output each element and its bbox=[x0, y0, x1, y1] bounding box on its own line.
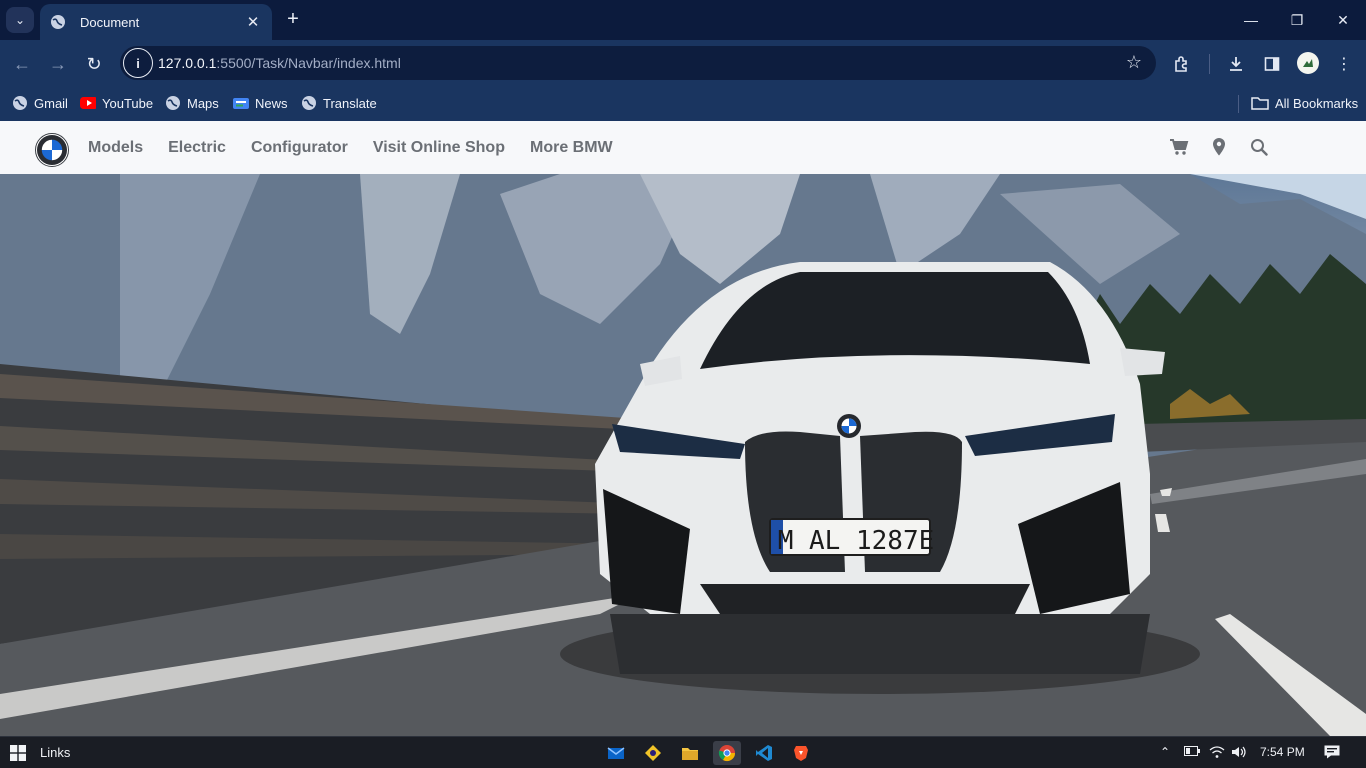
url-host: 127.0.0.1 bbox=[158, 55, 217, 71]
url-text[interactable]: 127.0.0.1:5500/Task/Navbar/index.html bbox=[158, 55, 401, 71]
globe-icon bbox=[12, 95, 28, 111]
battery-icon[interactable] bbox=[1184, 745, 1200, 759]
globe-icon bbox=[301, 95, 317, 111]
reload-button[interactable]: ↻ bbox=[81, 51, 107, 77]
news-icon bbox=[233, 95, 249, 111]
browser-tab-strip: ⌄ Document ✕ + — ❐ ✕ bbox=[0, 0, 1366, 40]
nav-link-electric[interactable]: Electric bbox=[168, 139, 226, 157]
git-app-icon[interactable] bbox=[639, 741, 667, 765]
address-bar[interactable]: i 127.0.0.1:5500/Task/Navbar/index.html … bbox=[120, 46, 1156, 80]
hero-image: M AL 1287E bbox=[0, 174, 1366, 736]
bmw-logo[interactable] bbox=[35, 133, 69, 167]
chrome-app-icon[interactable] bbox=[713, 741, 741, 765]
menu-kebab-icon[interactable]: ⋮ bbox=[1332, 52, 1356, 76]
bookmark-label: Maps bbox=[187, 95, 219, 111]
bookmarks-divider bbox=[1238, 95, 1239, 113]
bookmark-label: YouTube bbox=[102, 95, 154, 111]
bookmark-news[interactable]: News bbox=[233, 92, 288, 114]
globe-icon bbox=[165, 95, 181, 111]
windows-start-icon[interactable] bbox=[10, 745, 26, 761]
nav-link-configurator[interactable]: Configurator bbox=[251, 139, 348, 157]
youtube-icon bbox=[80, 95, 96, 111]
bookmark-star-icon[interactable]: ☆ bbox=[1126, 52, 1142, 73]
location-pin-icon[interactable] bbox=[1208, 136, 1230, 158]
toolbar-divider bbox=[1209, 54, 1210, 74]
chevron-up-icon[interactable]: ⌃ bbox=[1160, 745, 1170, 759]
taskbar-links-label[interactable]: Links bbox=[40, 745, 70, 760]
download-icon[interactable] bbox=[1224, 52, 1248, 76]
search-icon[interactable] bbox=[1248, 136, 1270, 158]
new-tab-button[interactable]: + bbox=[282, 8, 304, 32]
bookmark-translate[interactable]: Translate bbox=[301, 92, 377, 114]
cart-icon[interactable] bbox=[1168, 136, 1190, 158]
vscode-app-icon[interactable] bbox=[750, 741, 778, 765]
browser-toolbar: ← → ↻ i 127.0.0.1:5500/Task/Navbar/index… bbox=[0, 40, 1366, 86]
browser-tab[interactable]: Document ✕ bbox=[40, 4, 272, 40]
close-window-button[interactable]: ✕ bbox=[1320, 0, 1366, 40]
bookmark-label: Translate bbox=[323, 95, 377, 111]
minimize-button[interactable]: — bbox=[1228, 0, 1274, 40]
taskbar-clock[interactable]: 7:54 PM bbox=[1260, 745, 1305, 759]
extensions-icon[interactable] bbox=[1170, 52, 1194, 76]
os-taskbar: Links ⌃ 7:54 PM bbox=[0, 736, 1366, 768]
volume-icon[interactable] bbox=[1231, 745, 1247, 762]
tab-title: Document bbox=[80, 14, 140, 30]
file-explorer-icon[interactable] bbox=[676, 741, 704, 765]
hero-illustration: M AL 1287E bbox=[0, 174, 1366, 736]
all-bookmarks-button[interactable]: All Bookmarks bbox=[1251, 92, 1358, 114]
notifications-icon[interactable] bbox=[1324, 745, 1340, 762]
nav-link-models[interactable]: Models bbox=[88, 139, 143, 157]
globe-icon bbox=[50, 14, 66, 30]
profile-avatar[interactable] bbox=[1297, 52, 1319, 74]
arrow-left-icon: ← bbox=[13, 53, 31, 74]
all-bookmarks-label: All Bookmarks bbox=[1275, 95, 1359, 111]
tab-search-button[interactable]: ⌄ bbox=[6, 7, 34, 33]
bookmark-gmail[interactable]: Gmail bbox=[12, 92, 68, 114]
nav-links: Models Electric Configurator Visit Onlin… bbox=[88, 121, 638, 174]
mail-app-icon[interactable] bbox=[602, 741, 630, 765]
reload-icon: ↻ bbox=[86, 53, 102, 74]
url-path: :5500/Task/Navbar/index.html bbox=[216, 55, 401, 71]
chevron-down-icon: ⌄ bbox=[14, 13, 26, 27]
nav-link-online-shop[interactable]: Visit Online Shop bbox=[373, 139, 505, 157]
folder-icon bbox=[1251, 95, 1269, 111]
bookmark-maps[interactable]: Maps bbox=[165, 92, 219, 114]
back-button[interactable]: ← bbox=[9, 51, 35, 77]
license-plate-text: M AL 1287E bbox=[778, 526, 935, 556]
bookmarks-bar: Gmail YouTube Maps News Translate All Bo… bbox=[0, 86, 1366, 121]
nav-link-more-bmw[interactable]: More BMW bbox=[530, 139, 613, 157]
bookmark-label: Gmail bbox=[34, 95, 68, 111]
restore-button[interactable]: ❐ bbox=[1274, 0, 1320, 40]
bookmark-label: News bbox=[255, 95, 288, 111]
bookmark-youtube[interactable]: YouTube bbox=[80, 92, 153, 114]
site-info-icon[interactable]: i bbox=[123, 48, 153, 78]
wifi-icon[interactable] bbox=[1209, 745, 1225, 762]
brave-app-icon[interactable] bbox=[787, 741, 815, 765]
side-panel-icon[interactable] bbox=[1260, 52, 1284, 76]
tab-close-icon[interactable]: ✕ bbox=[244, 13, 262, 31]
forward-button[interactable]: → bbox=[45, 51, 71, 77]
arrow-right-icon: → bbox=[49, 53, 67, 74]
site-navbar: Models Electric Configurator Visit Onlin… bbox=[0, 121, 1366, 174]
